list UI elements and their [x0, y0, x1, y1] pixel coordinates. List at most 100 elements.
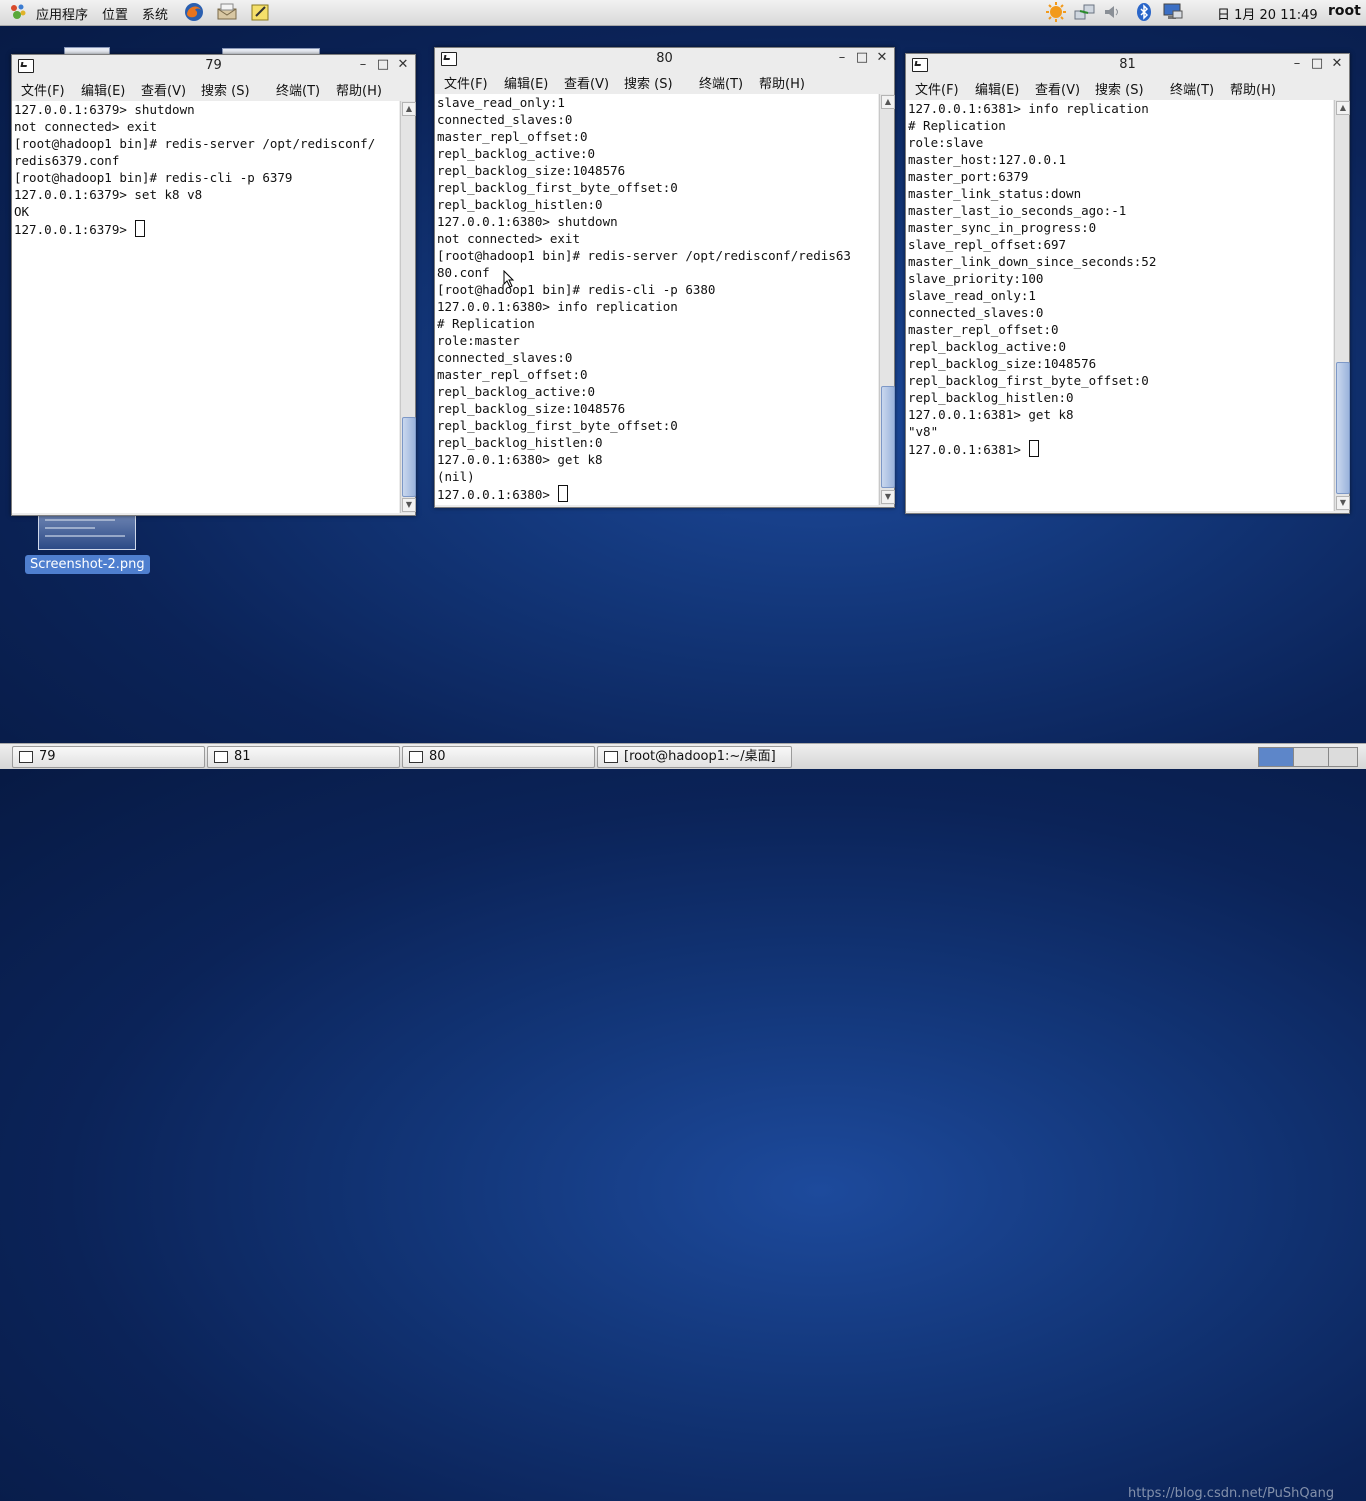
terminal-line: redis6379.conf [14, 153, 120, 168]
terminal-line: role:slave [908, 135, 984, 150]
menu-file[interactable]: 文件(F) [915, 79, 959, 98]
workspace-switcher-3[interactable] [1328, 747, 1358, 767]
menu-help[interactable]: 帮助(H) [336, 80, 382, 99]
screenshot-thumbnail[interactable] [38, 512, 136, 550]
terminal-line: master_repl_offset:0 [908, 322, 1059, 337]
top-panel: 应用程序 位置 系统 日 1月 20 11:49 root [0, 0, 1366, 26]
update-notifier-icon[interactable] [1046, 2, 1066, 22]
gnome-foot-icon[interactable] [8, 2, 28, 22]
taskbar-item-79[interactable]: 79 [12, 746, 205, 768]
terminal-line: repl_backlog_first_byte_offset:0 [437, 180, 678, 195]
terminal-line: repl_backlog_first_byte_offset:0 [908, 373, 1149, 388]
menu-file[interactable]: 文件(F) [21, 80, 65, 99]
taskbar-item-label: 79 [39, 749, 56, 764]
menu-system[interactable]: 系统 [142, 4, 168, 23]
prompt-text: 127.0.0.1:6381> [908, 442, 1029, 457]
terminal-output[interactable]: 127.0.0.1:6381> info replication # Repli… [906, 100, 1333, 511]
terminal-line: master_repl_offset:0 [437, 129, 588, 144]
mail-client-icon[interactable] [216, 2, 237, 22]
bottom-panel: 79 81 80 [root@hadoop1:~/桌面] https://blo… [0, 743, 1366, 1501]
terminal-line: repl_backlog_histlen:0 [908, 390, 1074, 405]
menu-search[interactable]: 搜索 (S) [624, 73, 673, 92]
terminal-line: role:master [437, 333, 520, 348]
terminal-window-81[interactable]: 81 – □ ✕ 文件(F) 编辑(E) 查看(V) 搜索 (S) 终端(T) … [905, 53, 1350, 514]
terminal-line: repl_backlog_active:0 [437, 384, 596, 399]
taskbar-item-81[interactable]: 81 [207, 746, 400, 768]
menu-help[interactable]: 帮助(H) [1230, 79, 1276, 98]
menu-terminal[interactable]: 终端(T) [1170, 79, 1214, 98]
workspace-switcher-2[interactable] [1293, 747, 1329, 767]
maximize-button[interactable]: □ [1309, 56, 1325, 72]
title-bar[interactable]: 80 – □ ✕ [435, 48, 894, 70]
scroll-thumb[interactable] [881, 386, 895, 488]
terminal-output[interactable]: slave_read_only:1 connected_slaves:0 mas… [435, 94, 878, 505]
scroll-down-arrow[interactable]: ▼ [881, 490, 895, 504]
scroll-up-arrow[interactable]: ▲ [881, 95, 895, 109]
menu-places[interactable]: 位置 [102, 4, 128, 23]
terminal-line: 127.0.0.1:6380> info replication [437, 299, 678, 314]
scroll-up-arrow[interactable]: ▲ [402, 102, 416, 116]
terminal-window-80[interactable]: 80 – □ ✕ 文件(F) 编辑(E) 查看(V) 搜索 (S) 终端(T) … [434, 47, 895, 508]
prompt-text: 127.0.0.1:6379> [14, 222, 135, 237]
title-bar[interactable]: 81 – □ ✕ [906, 54, 1349, 76]
terminal-line: repl_backlog_size:1048576 [908, 356, 1097, 371]
scroll-down-arrow[interactable]: ▼ [1336, 496, 1350, 510]
user-name[interactable]: root [1328, 3, 1361, 19]
vertical-scrollbar[interactable]: ▲ ▼ [1334, 100, 1350, 511]
menu-view[interactable]: 查看(V) [1035, 79, 1080, 98]
terminal-line: repl_backlog_active:0 [437, 146, 596, 161]
display-icon[interactable] [1162, 2, 1183, 22]
menu-file[interactable]: 文件(F) [444, 73, 488, 92]
desktop-icon-label[interactable]: Screenshot-2.png [25, 555, 150, 574]
text-cursor [1029, 440, 1040, 457]
menu-terminal[interactable]: 终端(T) [276, 80, 320, 99]
terminal-line: connected_slaves:0 [437, 112, 573, 127]
menu-help[interactable]: 帮助(H) [759, 73, 805, 92]
vertical-scrollbar[interactable]: ▲ ▼ [879, 94, 895, 505]
terminal-line: "v8" [908, 424, 939, 439]
text-editor-icon[interactable] [250, 2, 270, 22]
scroll-down-arrow[interactable]: ▼ [402, 498, 416, 512]
workspace-switcher-1[interactable] [1258, 747, 1294, 767]
network-icon[interactable] [1074, 2, 1095, 22]
terminal-line: slave_priority:100 [908, 271, 1044, 286]
title-bar[interactable]: 79 – □ ✕ [12, 55, 415, 77]
terminal-line: master_port:6379 [908, 169, 1029, 184]
terminal-window-79[interactable]: 79 – □ ✕ 文件(F) 编辑(E) 查看(V) 搜索 (S) 终端(T) … [11, 54, 416, 516]
menu-view[interactable]: 查看(V) [141, 80, 186, 99]
close-button[interactable]: ✕ [395, 57, 411, 73]
menu-edit[interactable]: 编辑(E) [975, 79, 1019, 98]
menu-view[interactable]: 查看(V) [564, 73, 609, 92]
menu-search[interactable]: 搜索 (S) [1095, 79, 1144, 98]
menu-edit[interactable]: 编辑(E) [81, 80, 125, 99]
close-button[interactable]: ✕ [874, 50, 890, 66]
minimize-button[interactable]: – [834, 50, 850, 66]
terminal-line: [root@hadoop1 bin]# redis-server /opt/re… [14, 136, 376, 151]
scroll-up-arrow[interactable]: ▲ [1336, 101, 1350, 115]
prompt-text: 127.0.0.1:6380> [437, 487, 558, 502]
watermark-text: https://blog.csdn.net/PuShQang [1128, 1486, 1335, 1501]
volume-icon[interactable] [1102, 2, 1122, 22]
maximize-button[interactable]: □ [854, 50, 870, 66]
window-title: 80 [656, 51, 673, 66]
terminal-output[interactable]: 127.0.0.1:6379> shutdown not connected> … [12, 101, 399, 513]
close-button[interactable]: ✕ [1329, 56, 1345, 72]
bluetooth-icon[interactable] [1134, 2, 1154, 22]
menu-applications[interactable]: 应用程序 [36, 4, 88, 23]
taskbar-item-80[interactable]: 80 [402, 746, 595, 768]
clock[interactable]: 日 1月 20 11:49 [1217, 4, 1318, 23]
vertical-scrollbar[interactable]: ▲ ▼ [400, 101, 416, 513]
menu-edit[interactable]: 编辑(E) [504, 73, 548, 92]
maximize-button[interactable]: □ [375, 57, 391, 73]
taskbar-item-file-browser[interactable]: [root@hadoop1:~/桌面] [597, 746, 792, 768]
menu-search[interactable]: 搜索 (S) [201, 80, 250, 99]
minimize-button[interactable]: – [355, 57, 371, 73]
firefox-icon[interactable] [184, 2, 204, 22]
menu-terminal[interactable]: 终端(T) [699, 73, 743, 92]
window-title: 81 [1119, 57, 1136, 72]
scroll-thumb[interactable] [1336, 362, 1350, 494]
terminal-line: master_host:127.0.0.1 [908, 152, 1067, 167]
terminal-line: master_sync_in_progress:0 [908, 220, 1097, 235]
scroll-thumb[interactable] [402, 417, 416, 497]
minimize-button[interactable]: – [1289, 56, 1305, 72]
